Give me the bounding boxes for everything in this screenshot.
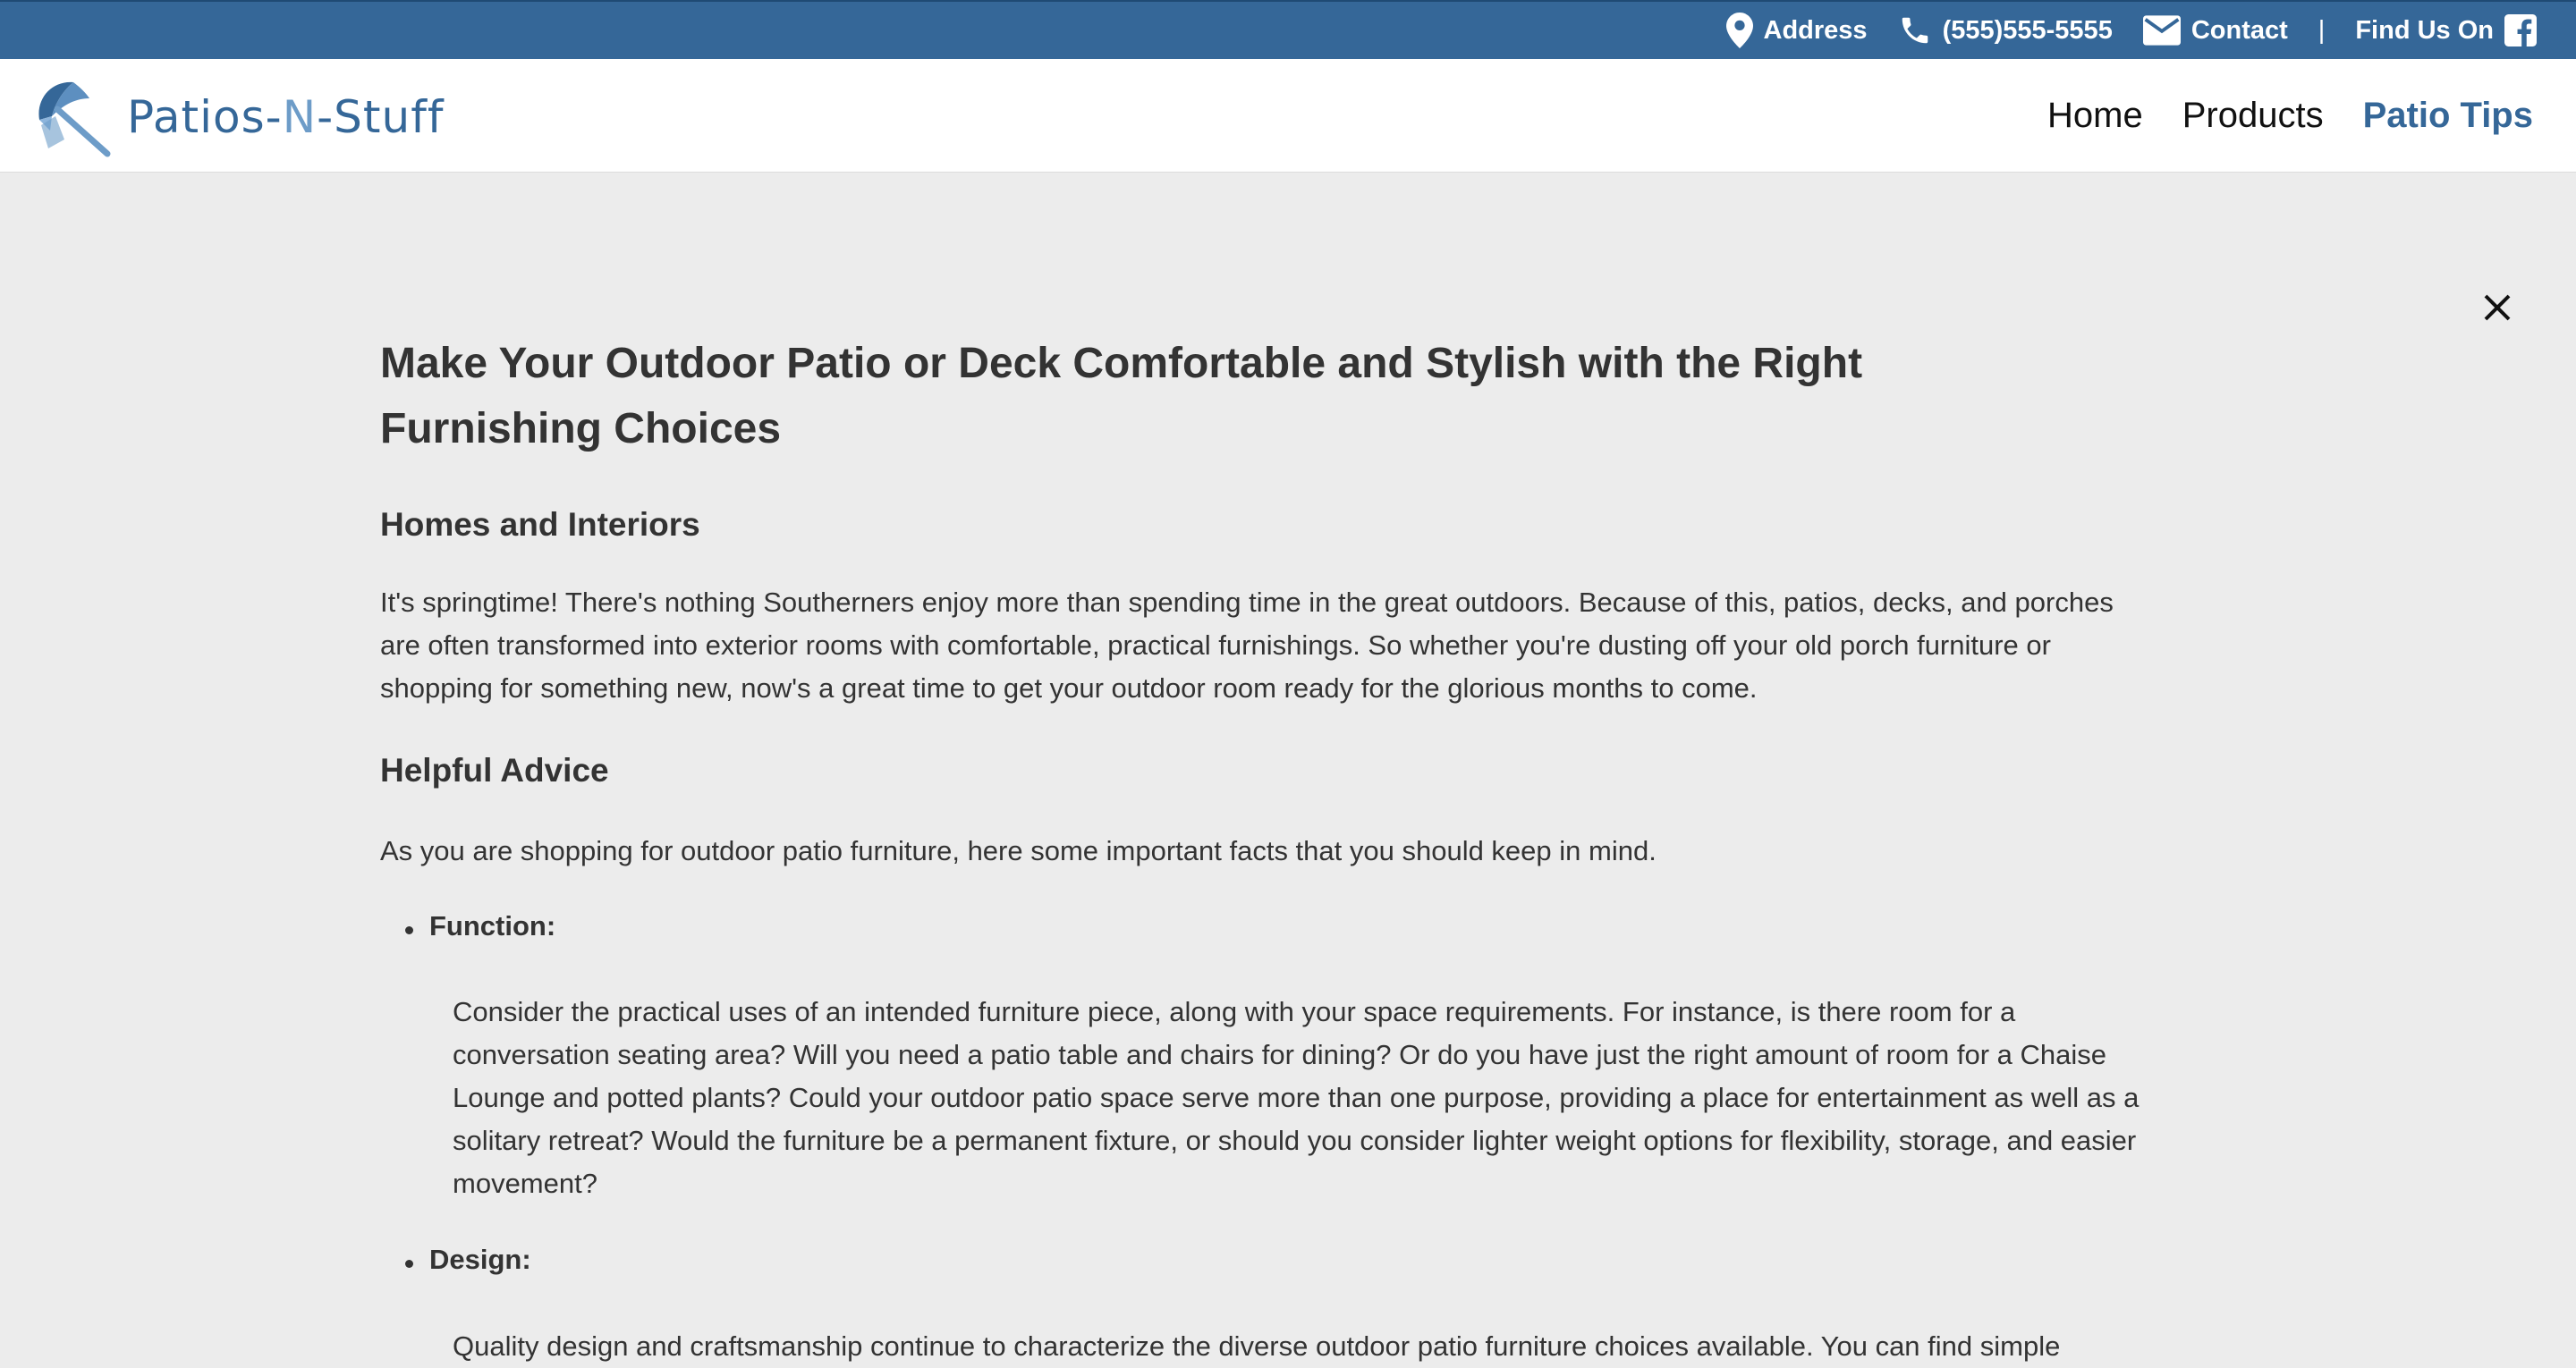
list-item-body: Quality design and craftsmanship continu… (453, 1330, 2061, 1362)
topbar-separator: | (2318, 15, 2326, 45)
facebook-icon (2504, 14, 2537, 46)
logo-text-part: -Stuff (317, 91, 445, 143)
list-item-label: Function: (404, 910, 556, 942)
phone-link[interactable]: (555)555-5555 (1898, 13, 2113, 47)
top-info-bar: Address (555)555-5555 Contact | Find Us … (0, 0, 2576, 59)
list-item-body: Consider the practical uses of an intend… (453, 996, 2140, 1199)
nav-home[interactable]: Home (2047, 96, 2143, 136)
contact-link[interactable]: Contact (2142, 15, 2288, 46)
section-heading: Helpful Advice (380, 752, 609, 789)
article: Make Your Outdoor Patio or Deck Comforta… (380, 331, 2139, 1362)
list-item-label: Design: (405, 1244, 531, 1275)
logo-text: Patios-N-Stuff (127, 91, 444, 143)
site-header: Patios-N-Stuff Home Products Patio Tips (0, 59, 2576, 173)
umbrella-logo-icon (38, 81, 111, 157)
nav-patio-tips[interactable]: Patio Tips (2363, 96, 2533, 136)
section-paragraph: It's springtime! There's nothing Souther… (380, 587, 2114, 704)
article-title: Make Your Outdoor Patio or Deck Comforta… (380, 340, 1863, 452)
main-nav: Home Products Patio Tips (2008, 59, 2533, 173)
section-paragraph: As you are shopping for outdoor patio fu… (380, 835, 1657, 866)
close-icon (2484, 294, 2511, 321)
address-link[interactable]: Address (1725, 13, 1868, 48)
envelope-icon (2142, 15, 2181, 46)
close-button[interactable] (2478, 288, 2517, 327)
nav-products[interactable]: Products (2182, 96, 2324, 136)
map-pin-icon (1725, 13, 1753, 48)
find-us-label: Find Us On (2355, 15, 2494, 45)
facebook-link[interactable]: Find Us On (2355, 14, 2537, 46)
address-label: Address (1763, 15, 1868, 45)
phone-icon (1902, 17, 1928, 44)
section-heading: Homes and Interiors (380, 506, 700, 543)
logo-text-part: Patios- (127, 91, 283, 143)
site-logo[interactable]: Patios-N-Stuff (32, 77, 444, 157)
phone-label: (555)555-5555 (1942, 15, 2113, 45)
logo-text-part: N (282, 91, 318, 143)
contact-label: Contact (2190, 15, 2288, 45)
